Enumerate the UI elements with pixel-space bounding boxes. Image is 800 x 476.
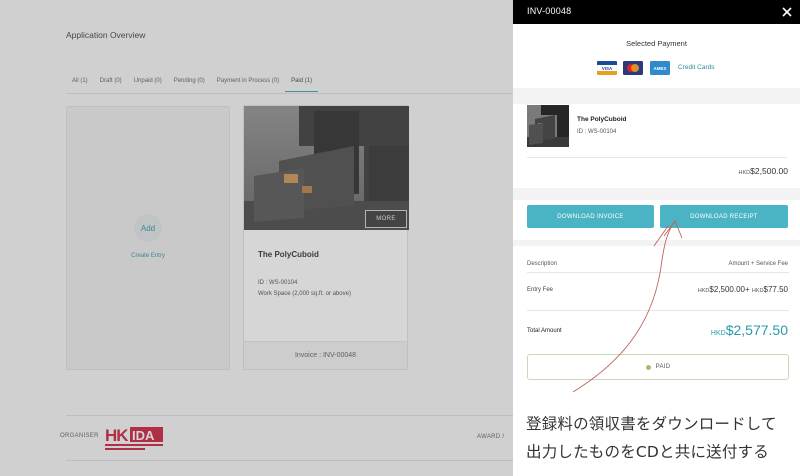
- mastercard-icon: [623, 61, 643, 75]
- status-badge: PAID: [527, 354, 789, 380]
- entry-fee-label: Entry Fee: [527, 287, 554, 293]
- section-divider: [513, 240, 800, 246]
- service-fee-currency: HKD: [751, 288, 764, 294]
- download-invoice-button[interactable]: DOWNLOAD INVOICE: [527, 205, 654, 228]
- fee-header: Amount + Service Fee: [728, 261, 788, 267]
- invoice-panel: INV-00048 Selected Payment VISA AMEX Cre…: [513, 0, 800, 476]
- close-icon: [782, 7, 792, 17]
- table-divider: [527, 310, 789, 311]
- status-text: PAID: [655, 364, 671, 370]
- status-dot-icon: [645, 364, 651, 370]
- item-price-currency: HKD: [738, 170, 751, 176]
- svg-text:VISA: VISA: [602, 66, 613, 71]
- selected-payment-label: Selected Payment: [626, 39, 687, 48]
- svg-text:AMEX: AMEX: [653, 66, 666, 71]
- total-label: Total Amount: [527, 328, 562, 334]
- entry-fee-currency: HKD: [697, 288, 710, 294]
- credit-cards-label: Credit Cards: [678, 64, 715, 71]
- annotation-text-line1: 登録料の領収書をダウンロードして: [526, 415, 777, 433]
- table-divider: [527, 272, 789, 273]
- item-price: HKD$2,500.00: [739, 166, 788, 176]
- total-amount: $2,577.50: [725, 322, 788, 338]
- entry-fee-amount: $2,500.00+: [709, 285, 750, 294]
- entry-fee-value: HKD$2,500.00+ HKD$77.50: [698, 285, 788, 294]
- close-button[interactable]: [778, 3, 796, 21]
- service-fee-amount: $77.50: [763, 285, 788, 294]
- panel-header: INV-00048: [513, 0, 800, 24]
- item-price-amount: $2,500.00: [750, 166, 788, 176]
- panel-title: INV-00048: [527, 6, 572, 16]
- total-value: HKD$2,577.50: [711, 322, 788, 338]
- download-receipt-button[interactable]: DOWNLOAD RECEIPT: [660, 205, 788, 228]
- amex-card-icon: AMEX: [650, 61, 670, 75]
- item-name: The PolyCuboid: [577, 116, 627, 123]
- item-id: ID : WS-00104: [577, 129, 617, 135]
- section-divider: [513, 188, 800, 200]
- description-header: Description: [527, 261, 558, 267]
- item-thumbnail: [527, 105, 569, 147]
- section-divider: [513, 88, 800, 104]
- visa-card-icon: VISA: [597, 61, 617, 75]
- total-currency: HKD: [710, 330, 726, 337]
- item-divider: [527, 157, 787, 158]
- annotation-text-line2: 出力したものをCDと共に送付する: [526, 443, 769, 461]
